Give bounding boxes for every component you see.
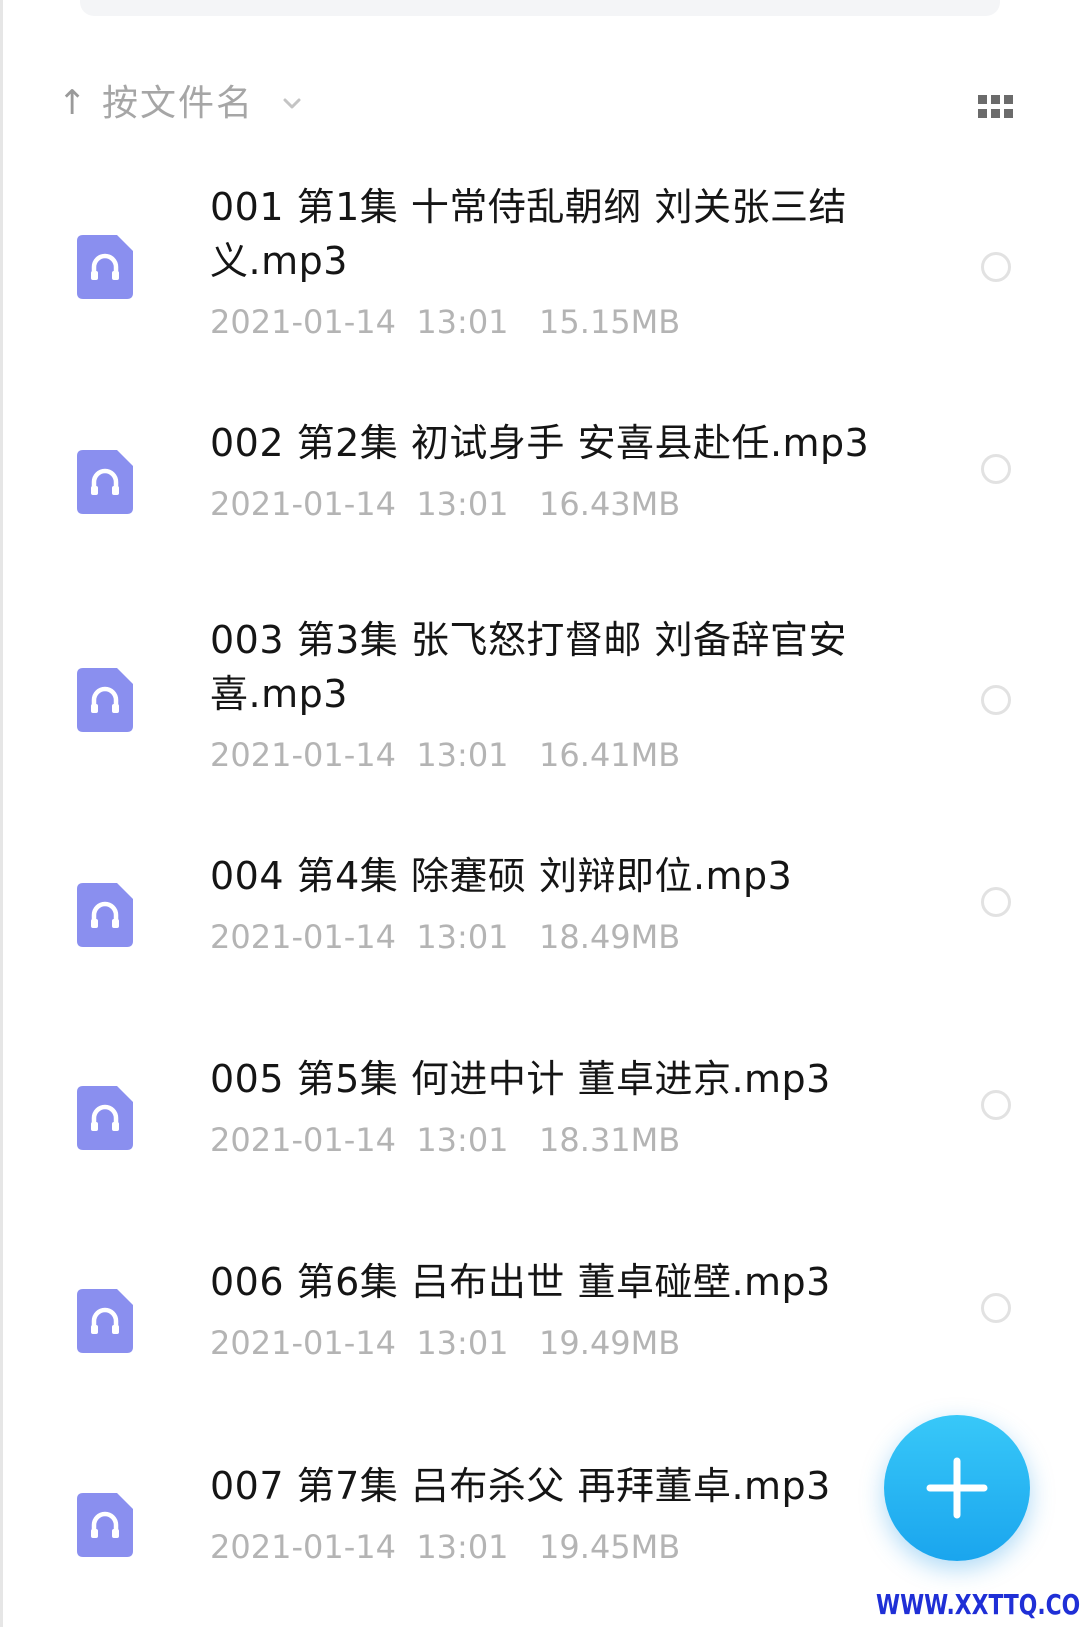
file-date: 2021-01-14 bbox=[210, 736, 396, 774]
file-row[interactable]: 003 第3集 张飞怒打督邮 刘备辞官安喜.mp3 2021-01-14 13:… bbox=[0, 613, 1080, 803]
file-meta: 2021-01-14 13:01 19.49MB bbox=[210, 1323, 680, 1363]
audio-file-icon bbox=[77, 668, 133, 732]
audio-file-icon bbox=[77, 235, 133, 299]
file-name: 002 第2集 初试身手 安喜县赴任.mp3 bbox=[210, 421, 870, 465]
file-row[interactable]: 002 第2集 初试身手 安喜县赴任.mp3 2021-01-14 13:01 … bbox=[0, 416, 1080, 546]
select-radio[interactable] bbox=[981, 887, 1011, 917]
file-meta: 2021-01-14 13:01 16.41MB bbox=[210, 735, 680, 775]
watermark: WWW.XXTTQ.COM bbox=[876, 1588, 1080, 1621]
file-size: 19.45MB bbox=[539, 1528, 681, 1566]
file-date: 2021-01-14 bbox=[210, 303, 396, 341]
file-size: 19.49MB bbox=[539, 1324, 681, 1362]
file-name: 006 第6集 吕布出世 董卓碰壁.mp3 bbox=[210, 1260, 831, 1304]
file-name: 004 第4集 除蹇硕 刘辩即位.mp3 bbox=[210, 854, 793, 898]
add-button[interactable] bbox=[884, 1415, 1030, 1561]
file-date: 2021-01-14 bbox=[210, 1121, 396, 1159]
select-radio[interactable] bbox=[981, 1090, 1011, 1120]
file-time: 13:01 bbox=[416, 1528, 509, 1566]
plus-icon bbox=[926, 1457, 988, 1519]
audio-file-icon bbox=[77, 1493, 133, 1557]
file-date: 2021-01-14 bbox=[210, 1324, 396, 1362]
select-radio[interactable] bbox=[981, 685, 1011, 715]
file-name: 007 第7集 吕布杀父 再拜董卓.mp3 bbox=[210, 1464, 831, 1508]
file-date: 2021-01-14 bbox=[210, 485, 396, 523]
file-row[interactable]: 001 第1集 十常侍乱朝纲 刘关张三结义.mp3 2021-01-14 13:… bbox=[0, 180, 1080, 370]
file-name: 003 第3集 张飞怒打督邮 刘备辞官安喜.mp3 bbox=[210, 618, 847, 716]
file-size: 15.15MB bbox=[539, 303, 681, 341]
select-radio[interactable] bbox=[981, 252, 1011, 282]
file-row[interactable]: 006 第6集 吕布出世 董卓碰壁.mp3 2021-01-14 13:01 1… bbox=[0, 1255, 1080, 1385]
file-list: 001 第1集 十常侍乱朝纲 刘关张三结义.mp3 2021-01-14 13:… bbox=[0, 0, 1080, 1627]
file-name: 005 第5集 何进中计 董卓进京.mp3 bbox=[210, 1057, 831, 1101]
file-date: 2021-01-14 bbox=[210, 918, 396, 956]
file-time: 13:01 bbox=[416, 1324, 509, 1362]
file-size: 18.31MB bbox=[539, 1121, 681, 1159]
file-time: 13:01 bbox=[416, 736, 509, 774]
select-radio[interactable] bbox=[981, 1293, 1011, 1323]
file-row[interactable]: 004 第4集 除蹇硕 刘辩即位.mp3 2021-01-14 13:01 18… bbox=[0, 849, 1080, 979]
audio-file-icon bbox=[77, 1289, 133, 1353]
file-meta: 2021-01-14 13:01 16.43MB bbox=[210, 484, 680, 524]
file-row[interactable]: 005 第5集 何进中计 董卓进京.mp3 2021-01-14 13:01 1… bbox=[0, 1052, 1080, 1182]
file-time: 13:01 bbox=[416, 918, 509, 956]
file-name: 001 第1集 十常侍乱朝纲 刘关张三结义.mp3 bbox=[210, 185, 847, 283]
file-size: 16.43MB bbox=[539, 485, 681, 523]
file-meta: 2021-01-14 13:01 18.49MB bbox=[210, 917, 680, 957]
audio-file-icon bbox=[77, 883, 133, 947]
file-time: 13:01 bbox=[416, 485, 509, 523]
file-size: 16.41MB bbox=[539, 736, 681, 774]
file-meta: 2021-01-14 13:01 15.15MB bbox=[210, 302, 680, 342]
file-date: 2021-01-14 bbox=[210, 1528, 396, 1566]
file-meta: 2021-01-14 13:01 19.45MB bbox=[210, 1527, 680, 1567]
audio-file-icon bbox=[77, 450, 133, 514]
file-size: 18.49MB bbox=[539, 918, 681, 956]
audio-file-icon bbox=[77, 1086, 133, 1150]
file-time: 13:01 bbox=[416, 303, 509, 341]
select-radio[interactable] bbox=[981, 454, 1011, 484]
file-time: 13:01 bbox=[416, 1121, 509, 1159]
file-meta: 2021-01-14 13:01 18.31MB bbox=[210, 1120, 680, 1160]
